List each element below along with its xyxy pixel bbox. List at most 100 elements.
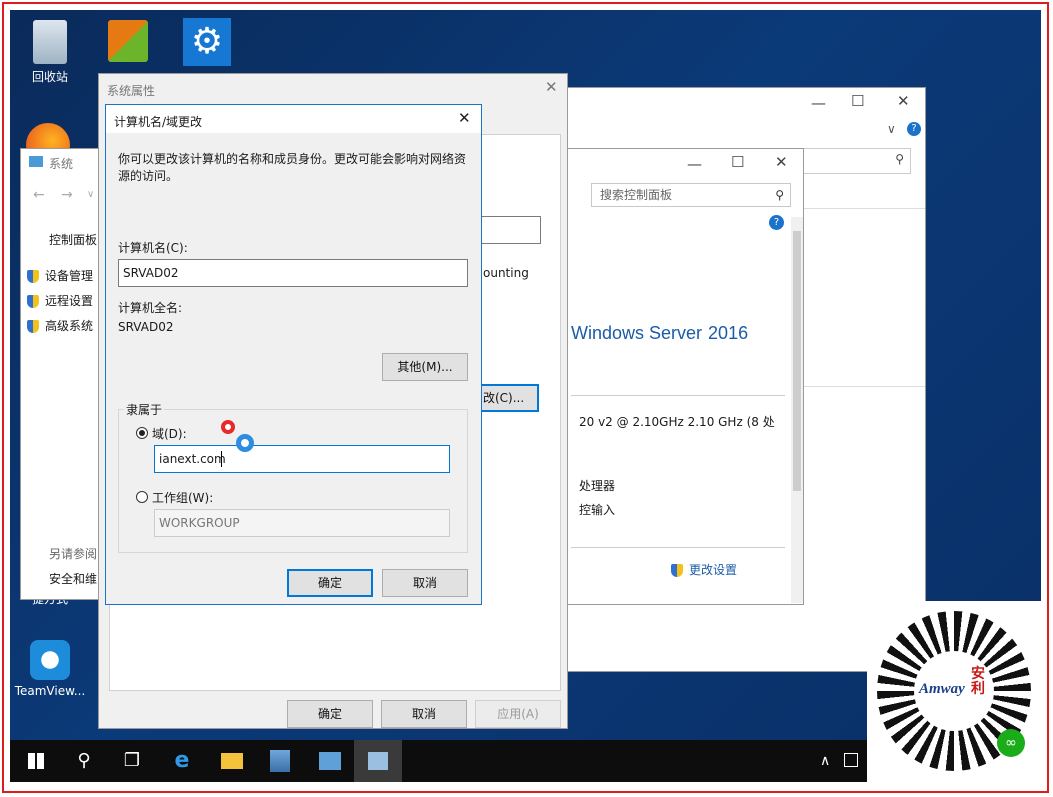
server-manager-icon: [270, 750, 290, 772]
change-settings-link[interactable]: 更改设置: [671, 561, 737, 578]
scrollbar-thumb[interactable]: [793, 231, 801, 491]
windows-logo-icon: [28, 753, 44, 769]
search-box[interactable]: ⚲: [801, 148, 911, 174]
processor-label: 处理器: [579, 479, 616, 493]
history-dropdown-icon[interactable]: ∨: [87, 189, 94, 200]
computer-name-field[interactable]: SRVAD02: [118, 259, 468, 287]
click-marker-red: [221, 420, 235, 434]
divider: [801, 208, 925, 209]
computer-name-dialog: 计算机名/域更改 ✕ 你可以更改该计算机的名称和成员身份。更改可能会影响对网络资…: [105, 104, 482, 605]
close-icon[interactable]: ✕: [775, 153, 788, 171]
app-shortcut-icon[interactable]: [108, 20, 148, 62]
ie-button[interactable]: e: [158, 740, 206, 782]
search-icon: ⚲: [77, 750, 91, 771]
workgroup-label: 工作组(W):: [152, 491, 214, 505]
qr-brand: Amway: [919, 681, 965, 697]
close-icon[interactable]: ✕: [458, 109, 471, 127]
minimize-icon[interactable]: —: [687, 155, 702, 173]
cancel-button[interactable]: 取消: [381, 700, 467, 728]
breadcrumb[interactable]: 控制面板: [49, 231, 97, 248]
maximize-icon[interactable]: ☐: [851, 92, 864, 110]
sidebar-item-remote-settings[interactable]: 远程设置: [27, 292, 93, 309]
task-view-button[interactable]: ❐: [108, 740, 156, 782]
domain-field[interactable]: ianext.com: [154, 445, 450, 473]
workgroup-radio[interactable]: [136, 491, 148, 503]
apply-button[interactable]: 应用(A): [475, 700, 561, 728]
start-button[interactable]: [12, 740, 60, 782]
search-icon: ⚲: [775, 188, 784, 202]
teamviewer-shortcut[interactable]: TeamView...: [14, 640, 86, 698]
sidebar-item-device-manager[interactable]: 设备管理: [27, 267, 93, 284]
divider: [801, 386, 925, 387]
maximize-icon[interactable]: ☐: [731, 153, 744, 171]
shield-icon: [671, 564, 683, 577]
search-button[interactable]: ⚲: [60, 740, 108, 782]
search-placeholder: 搜索控制面板: [600, 188, 673, 202]
windows-edition-text: Windows Server 2016: [571, 323, 749, 343]
system-properties-title: 系统属性: [107, 84, 156, 98]
network-icon[interactable]: [844, 753, 858, 767]
description-input[interactable]: [479, 216, 541, 244]
file-explorer-button[interactable]: [208, 740, 256, 782]
wechat-mini-program-icon: ∞: [997, 729, 1025, 757]
desktop: 回收站 ⚙ 捷方式 TeamView... — ☐ ✕ ∨ ? ⚲ — ☐ ✕ …: [10, 10, 1041, 782]
search-icon: ⚲: [895, 152, 904, 166]
minimize-icon[interactable]: —: [811, 94, 826, 112]
shield-icon: [27, 320, 39, 333]
dialog-ok-button[interactable]: 确定: [287, 569, 373, 597]
full-name-value: SRVAD02: [118, 320, 174, 334]
help-icon[interactable]: ?: [769, 215, 784, 230]
divider: [571, 547, 785, 548]
member-of-label: 隶属于: [124, 401, 165, 418]
domain-radio[interactable]: [136, 427, 148, 439]
tray-chevron-icon[interactable]: ∧: [820, 740, 830, 782]
qr-brand-logo: 安利: [971, 666, 985, 697]
shield-icon: [27, 270, 39, 283]
server-manager-button[interactable]: [256, 740, 304, 782]
chevron-down-icon[interactable]: ∨: [887, 122, 896, 136]
settings-shortcut-icon[interactable]: ⚙: [183, 18, 231, 66]
change-button[interactable]: 改(C)...: [479, 384, 539, 412]
teamviewer-icon: [30, 640, 70, 680]
dialog-description: 你可以更改该计算机的名称和成员身份。更改可能会影响对网络资源的访问。: [118, 152, 467, 183]
search-control-panel-input[interactable]: 搜索控制面板 ⚲: [591, 183, 791, 207]
recycle-bin-icon: [33, 20, 67, 64]
help-icon[interactable]: ?: [907, 122, 921, 136]
control-panel-button[interactable]: [306, 740, 354, 782]
computer-name-label: 计算机名(C):: [118, 241, 188, 255]
system-window-title: 系统: [49, 157, 74, 171]
desktop-icon-label: TeamView...: [14, 684, 86, 698]
sidebar-item-advanced-settings[interactable]: 高级系统: [27, 317, 93, 334]
shield-icon: [27, 295, 39, 308]
domain-label: 域(D):: [152, 427, 187, 441]
full-name-label: 计算机全名:: [118, 301, 183, 315]
forward-arrow-icon[interactable]: →: [61, 187, 73, 203]
close-icon[interactable]: ✕: [545, 78, 558, 96]
dialog-title: 计算机名/域更改: [114, 115, 203, 129]
close-icon[interactable]: ✕: [897, 92, 910, 110]
radio-selected-dot: [139, 430, 145, 436]
processor-info: 20 v2 @ 2.10GHz 2.10 GHz (8 处: [579, 415, 775, 429]
input-label: 控输入: [579, 503, 616, 517]
cursor-marker-blue: [236, 434, 254, 452]
system-properties-taskbar-button[interactable]: [354, 740, 402, 782]
dialog-cancel-button[interactable]: 取消: [382, 569, 468, 597]
divider: [571, 395, 785, 396]
back-arrow-icon[interactable]: ←: [33, 187, 45, 203]
ok-button[interactable]: 确定: [287, 700, 373, 728]
system-window-icon: [29, 156, 43, 167]
workgroup-field[interactable]: WORKGROUP: [154, 509, 450, 537]
see-also-title: 另请参阅: [49, 547, 98, 561]
control-panel-icon: [319, 752, 341, 770]
scrollbar[interactable]: [791, 217, 803, 603]
recycle-bin-shortcut[interactable]: 回收站: [14, 20, 86, 85]
more-button[interactable]: 其他(M)...: [382, 353, 468, 381]
system-icon: [368, 752, 388, 770]
folder-icon: [221, 753, 243, 769]
system-window: 系统 ← → ∨ 控制面板 设备管理 远程设置 高级系统 另请参阅 安全和维: [20, 148, 110, 600]
qr-code: Amway 安利 ∞: [867, 601, 1041, 782]
task-view-icon: ❐: [123, 750, 141, 771]
internet-explorer-icon: e: [174, 748, 190, 773]
workgroup-partial-text: ounting: [483, 266, 529, 280]
see-also-security-link[interactable]: 安全和维: [49, 570, 97, 587]
